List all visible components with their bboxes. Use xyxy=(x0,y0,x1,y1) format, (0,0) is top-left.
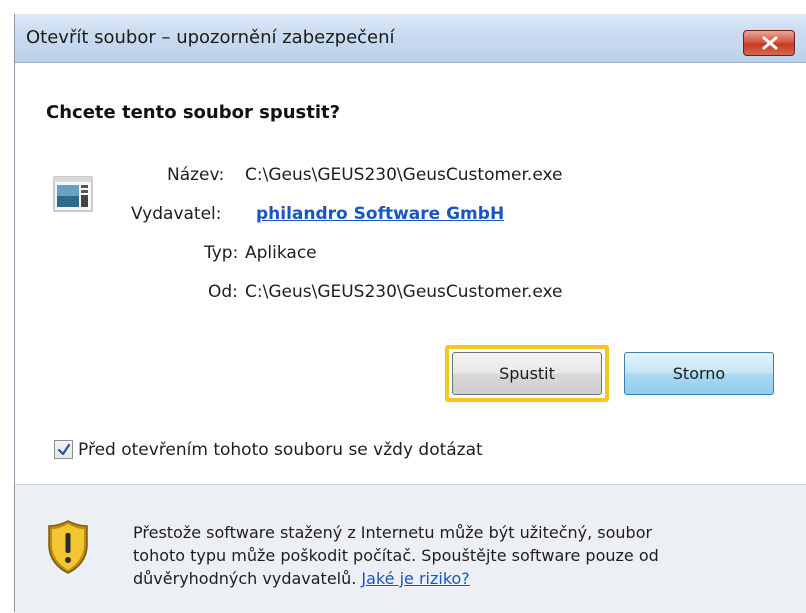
title-bar[interactable]: Otevřít soubor – upozornění zabezpečení xyxy=(15,14,806,63)
warning-text-line-2: tohoto typu může poškodit počítač. Spouš… xyxy=(133,546,659,565)
checkmark-icon xyxy=(57,443,71,456)
type-value: Aplikace xyxy=(245,243,317,263)
publisher-label: Vydavatel: xyxy=(131,204,222,224)
from-label: Od: xyxy=(208,282,238,302)
warning-pane: Přestože software stažený z Internetu mů… xyxy=(15,484,806,613)
always-ask-label[interactable]: Před otevřením tohoto souboru se vždy do… xyxy=(78,440,483,460)
risk-link[interactable]: Jaké je riziko? xyxy=(361,569,469,588)
always-ask-checkbox[interactable] xyxy=(54,440,73,459)
from-value: C:\Geus\GEUS230\GeusCustomer.exe xyxy=(245,282,563,302)
dialog-heading: Chcete tento soubor spustit? xyxy=(46,102,341,123)
warning-text-line-3: důvěryhodných vydavatelů. Jaké je riziko… xyxy=(133,569,470,588)
warning-text-line-3-text: důvěryhodných vydavatelů. xyxy=(133,569,362,588)
run-button[interactable]: Spustit xyxy=(452,352,602,395)
close-icon xyxy=(762,36,778,50)
security-warning-dialog: Otevřít soubor – upozornění zabezpečení … xyxy=(14,14,806,613)
application-icon xyxy=(53,176,93,212)
name-label: Název: xyxy=(167,165,225,185)
shield-warning-icon xyxy=(48,520,88,574)
name-value: C:\Geus\GEUS230\GeusCustomer.exe xyxy=(245,165,563,185)
window-title: Otevřít soubor – upozornění zabezpečení xyxy=(26,27,395,48)
type-label: Typ: xyxy=(204,243,239,263)
close-button[interactable] xyxy=(743,30,795,56)
publisher-link[interactable]: philandro Software GmbH xyxy=(256,204,504,224)
warning-text-line-1: Přestože software stažený z Internetu mů… xyxy=(133,523,653,542)
cancel-button[interactable]: Storno xyxy=(624,352,774,395)
